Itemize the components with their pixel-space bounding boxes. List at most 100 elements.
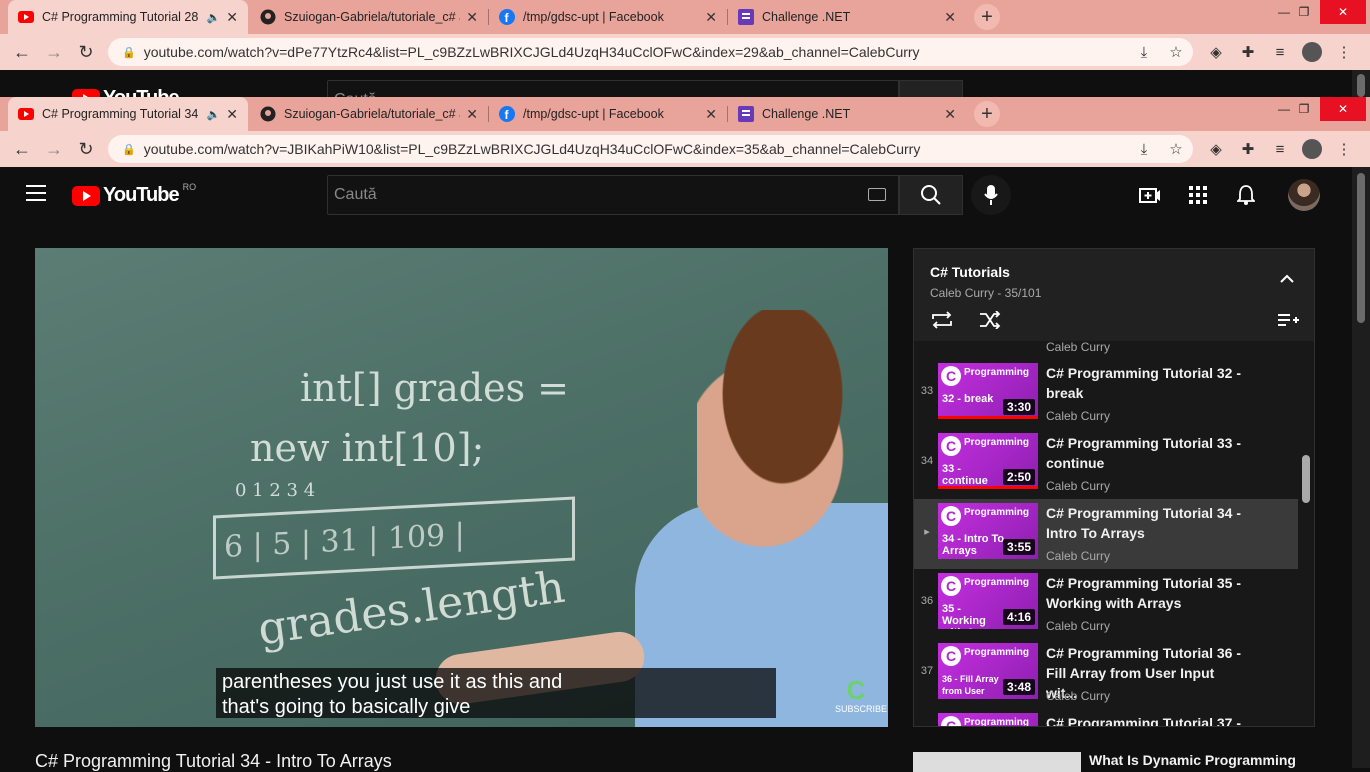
playlist-item[interactable]: 37 C Programming 36 - Fill Array from Use… <box>914 643 1298 713</box>
menu-kebab-icon[interactable]: ⋮ <box>1334 42 1354 62</box>
back-arrow-icon[interactable]: ← <box>10 137 34 161</box>
close-tab-icon[interactable]: ✕ <box>466 106 478 123</box>
address-bar[interactable]: 🔒 youtube.com/watch?v=JBIKahPiW10&list=P… <box>108 135 1193 163</box>
bookmark-star-icon[interactable]: ☆ <box>1166 139 1186 159</box>
close-tab-icon[interactable]: ✕ <box>466 9 478 26</box>
close-tab-icon[interactable]: ✕ <box>226 106 238 123</box>
youtube-logo[interactable]: YouTube RO <box>72 182 196 207</box>
item-index: 36 <box>920 595 934 607</box>
search-input[interactable]: Caută <box>327 80 899 97</box>
facebook-icon: f <box>499 9 515 25</box>
related-video-thumbnail[interactable] <box>913 752 1081 772</box>
tab-strip: C# Programming Tutorial 34 🔈 ✕ Szuiogan-… <box>0 97 1370 131</box>
playlist-item[interactable]: 34 C Programming 33 - continue 2:50 C# Pr… <box>914 433 1298 503</box>
shuffle-icon[interactable] <box>978 310 1002 334</box>
close-tab-icon[interactable]: ✕ <box>705 106 717 123</box>
item-thumbnail: C Programming 32 - break 3:30 <box>938 363 1038 419</box>
item-channel: Caleb Curry <box>1046 689 1111 703</box>
voice-search-button[interactable] <box>971 175 1011 215</box>
tab-github[interactable]: Szuiogan-Gabriela/tutoriale_c# a ✕ <box>250 0 488 34</box>
board-text: grades.length <box>254 561 568 656</box>
close-tab-icon[interactable]: ✕ <box>705 9 717 26</box>
item-thumbnail: C Programming 33 - continue 2:50 <box>938 433 1038 489</box>
item-index: 33 <box>920 385 934 397</box>
related-video-title[interactable]: What Is Dynamic Programming <box>1089 752 1296 768</box>
restore-button[interactable]: ❐ <box>1284 97 1324 121</box>
search-input[interactable]: Caută <box>327 175 899 215</box>
playlist-item-current[interactable]: ▸ C Programming 34 - Intro To Arrays 3:55… <box>914 499 1298 569</box>
tab-youtube-28[interactable]: C# Programming Tutorial 28 🔈 ✕ <box>8 0 248 34</box>
playlist-panel: C# Tutorials Caleb Curry - 35/101 Caleb … <box>913 248 1315 727</box>
apps-grid-icon[interactable] <box>1186 183 1210 207</box>
profile-avatar[interactable] <box>1302 42 1322 62</box>
tab-facebook[interactable]: f /tmp/gdsc-upt | Facebook ✕ <box>489 97 727 131</box>
create-video-icon[interactable] <box>1138 183 1162 207</box>
new-tab-button[interactable]: + <box>974 101 1000 127</box>
tab-challenge[interactable]: Challenge .NET ✕ <box>728 0 966 34</box>
subscribe-watermark[interactable]: C SUBSCRIBE <box>835 676 887 718</box>
new-tab-button[interactable]: + <box>974 4 1000 30</box>
media-control-icon[interactable]: ≡ <box>1270 42 1290 62</box>
playlist-title[interactable]: C# Tutorials <box>930 264 1010 280</box>
tab-youtube-34[interactable]: C# Programming Tutorial 34 🔈 ✕ <box>8 97 248 131</box>
puzzle-icon[interactable]: ✚ <box>1238 139 1258 159</box>
address-bar[interactable]: 🔒 youtube.com/watch?v=dPe77YtzRc4&list=P… <box>108 38 1193 66</box>
install-icon[interactable]: ⤓ <box>1134 139 1154 159</box>
save-playlist-icon[interactable] <box>1278 313 1300 332</box>
search-button[interactable] <box>899 80 963 97</box>
close-tab-icon[interactable]: ✕ <box>944 9 956 26</box>
playlist-item[interactable]: C Programming C# Programming Tutorial 37 … <box>914 713 1298 726</box>
speaker-icon[interactable]: 🔈 <box>207 108 221 121</box>
tab-github[interactable]: Szuiogan-Gabriela/tutoriale_c# a ✕ <box>250 97 488 131</box>
account-avatar[interactable] <box>1288 179 1320 211</box>
scrollbar[interactable] <box>1352 70 1370 97</box>
extension-icon[interactable]: ◈ <box>1206 42 1226 62</box>
back-arrow-icon[interactable]: ← <box>10 40 34 64</box>
tab-title: Challenge .NET <box>762 107 851 121</box>
page-scrollbar[interactable] <box>1352 167 1370 768</box>
youtube-header-back: YouTube Caută <box>0 70 1352 97</box>
collapse-chevron-icon[interactable] <box>1280 271 1294 289</box>
menu-kebab-icon[interactable]: ⋮ <box>1334 139 1354 159</box>
playlist-item[interactable]: Caleb Curry <box>914 341 1298 354</box>
media-control-icon[interactable]: ≡ <box>1270 139 1290 159</box>
hamburger-menu-icon[interactable] <box>26 185 46 206</box>
caption-line: that's going to basically give <box>222 696 471 718</box>
playlist-item[interactable]: 36 CProgramming 35 - Working with Arrays… <box>914 573 1298 643</box>
speaker-icon[interactable]: 🔈 <box>207 11 221 24</box>
profile-avatar[interactable] <box>1302 139 1322 159</box>
item-channel: Caleb Curry <box>1046 479 1111 493</box>
playlist-item[interactable]: 33 C Programming 32 - break 3:30 C# Progr… <box>914 363 1298 433</box>
youtube-logo[interactable]: YouTube <box>72 87 180 97</box>
reload-icon[interactable]: ↻ <box>74 40 98 64</box>
tab-title: Szuiogan-Gabriela/tutoriale_c# a <box>284 10 461 24</box>
restore-button[interactable]: ❐ <box>1284 0 1324 24</box>
keyboard-icon[interactable] <box>868 188 886 201</box>
search-placeholder: Caută <box>334 186 377 203</box>
close-window-button[interactable]: ✕ <box>1320 0 1366 24</box>
install-icon[interactable]: ⤓ <box>1134 42 1154 62</box>
tab-facebook[interactable]: f /tmp/gdsc-upt | Facebook ✕ <box>489 0 727 34</box>
forward-arrow-icon[interactable]: → <box>42 137 66 161</box>
playlist-header: C# Tutorials Caleb Curry - 35/101 <box>914 249 1314 341</box>
extension-icon[interactable]: ◈ <box>1206 139 1226 159</box>
board-text: new int[10]; <box>250 426 485 470</box>
puzzle-icon[interactable]: ✚ <box>1238 42 1258 62</box>
form-icon <box>738 106 754 122</box>
close-window-button[interactable]: ✕ <box>1320 97 1366 121</box>
microphone-icon <box>984 185 998 205</box>
forward-arrow-icon[interactable]: → <box>42 40 66 64</box>
close-tab-icon[interactable]: ✕ <box>944 106 956 123</box>
notifications-bell-icon[interactable] <box>1234 183 1258 207</box>
github-icon <box>260 9 276 25</box>
tab-challenge[interactable]: Challenge .NET ✕ <box>728 97 966 131</box>
tab-strip: C# Programming Tutorial 28 🔈 ✕ Szuiogan-… <box>0 0 1370 34</box>
bookmark-star-icon[interactable]: ☆ <box>1166 42 1186 62</box>
search-icon <box>921 185 941 205</box>
close-tab-icon[interactable]: ✕ <box>226 9 238 26</box>
search-button[interactable] <box>899 175 963 215</box>
loop-icon[interactable] <box>930 311 954 334</box>
video-player[interactable]: int[] grades = new int[10]; 0 1 2 3 4 6 … <box>35 248 888 727</box>
playlist-scrollbar[interactable] <box>1302 455 1310 503</box>
reload-icon[interactable]: ↻ <box>74 137 98 161</box>
